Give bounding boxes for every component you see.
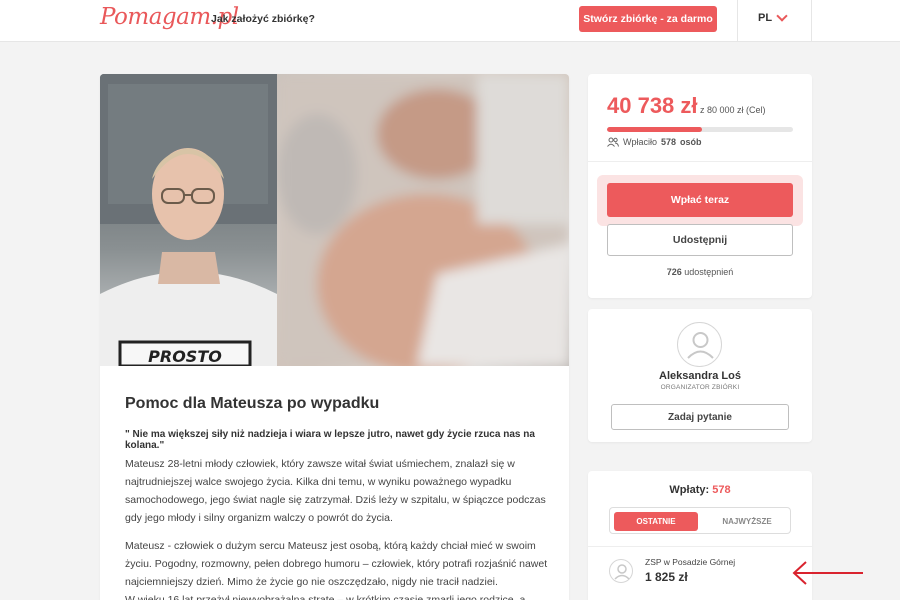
organizer-avatar[interactable] bbox=[677, 322, 722, 367]
campaign-title: Pomoc dla Mateusza po wypadku bbox=[125, 395, 380, 412]
organizer-card: Aleksandra Loś ORGANIZATOR ZBIÓRKI Zadaj… bbox=[588, 309, 812, 442]
campaign-paragraph: Mateusz 28-letni młody człowiek, który z… bbox=[125, 458, 546, 524]
payments-title: Wpłaty: 578 bbox=[588, 484, 812, 496]
donor-amount: 1 825 zł bbox=[645, 570, 688, 584]
share-count-number: 726 bbox=[666, 267, 682, 277]
create-fundraiser-button[interactable]: Stwórz zbiórkę - za darmo bbox=[579, 6, 717, 32]
arrow-left-icon bbox=[792, 561, 863, 585]
organizer-name[interactable]: Aleksandra Loś bbox=[588, 370, 812, 382]
divider bbox=[588, 546, 812, 547]
goal-amount: z 80 000 zł (Cel) bbox=[700, 105, 766, 115]
user-avatar-icon bbox=[614, 564, 630, 580]
donors-info: Wpłaciło 578 osób bbox=[607, 137, 702, 147]
payments-card: Wpłaty: 578 OSTATNIE NAJWYŻSZE ZSP w Pos… bbox=[588, 471, 812, 600]
how-to-create-link[interactable]: Jak założyć zbiórkę? bbox=[211, 13, 315, 25]
divider bbox=[811, 0, 812, 42]
campaign-card: PROSTO Pomoc dla Mateusza po wypadku " N… bbox=[100, 74, 569, 600]
divider bbox=[737, 0, 738, 42]
progress-fill bbox=[607, 127, 702, 132]
pay-now-button[interactable]: Wpłać teraz bbox=[607, 183, 793, 217]
donors-label: Wpłaciło bbox=[623, 137, 658, 147]
photo-hospital bbox=[277, 74, 569, 366]
share-count-suffix: udostępnień bbox=[684, 267, 734, 277]
donors-count: 578 bbox=[661, 137, 677, 147]
campaign-quote: " Nie ma większej siły niż nadzieja i wi… bbox=[125, 429, 535, 451]
organizer-role: ORGANIZATOR ZBIÓRKI bbox=[660, 384, 740, 391]
hospital-illustration bbox=[277, 74, 569, 366]
share-count: 726 udostępnień bbox=[588, 267, 812, 277]
donor-avatar bbox=[609, 559, 633, 583]
language-selector[interactable]: PL bbox=[758, 10, 788, 24]
portrait-illustration: PROSTO bbox=[100, 74, 277, 366]
tab-latest[interactable]: OSTATNIE bbox=[614, 512, 698, 531]
top-header: Pomagam.pl Jak założyć zbiórkę? Stwórz z… bbox=[0, 0, 900, 42]
pay-button-wrapper: Wpłać teraz bbox=[597, 175, 803, 226]
donor-name: ZSP w Posadzie Górnej bbox=[645, 557, 736, 567]
donors-suffix: osób bbox=[680, 137, 702, 147]
user-avatar-icon bbox=[687, 332, 714, 359]
progress-bar bbox=[607, 127, 793, 132]
photo-portrait: PROSTO bbox=[100, 74, 277, 366]
shirt-print: PROSTO bbox=[148, 347, 222, 366]
tab-highest[interactable]: NAJWYŻSZE bbox=[706, 512, 788, 531]
language-label: PL bbox=[758, 12, 773, 24]
campaign-photo[interactable]: PROSTO bbox=[100, 74, 569, 366]
divider bbox=[588, 161, 812, 162]
share-button[interactable]: Udostępnij bbox=[607, 224, 793, 256]
payments-count: 578 bbox=[712, 484, 731, 496]
users-icon bbox=[607, 137, 619, 147]
funding-card: 40 738 zł z 80 000 zł (Cel) Wpłaciło 578… bbox=[588, 74, 812, 298]
ask-question-button[interactable]: Zadaj pytanie bbox=[611, 404, 789, 430]
campaign-paragraph: W wieku 16 lat przeżył niewyobrażalną st… bbox=[125, 594, 526, 600]
campaign-paragraph: Mateusz - człowiek o dużym sercu Mateusz… bbox=[125, 540, 548, 588]
amount-raised: 40 738 zł bbox=[607, 93, 698, 118]
payments-tabs: OSTATNIE NAJWYŻSZE bbox=[609, 507, 791, 534]
payments-title-label: Wpłaty: bbox=[669, 484, 710, 496]
chevron-down-icon bbox=[776, 10, 788, 22]
